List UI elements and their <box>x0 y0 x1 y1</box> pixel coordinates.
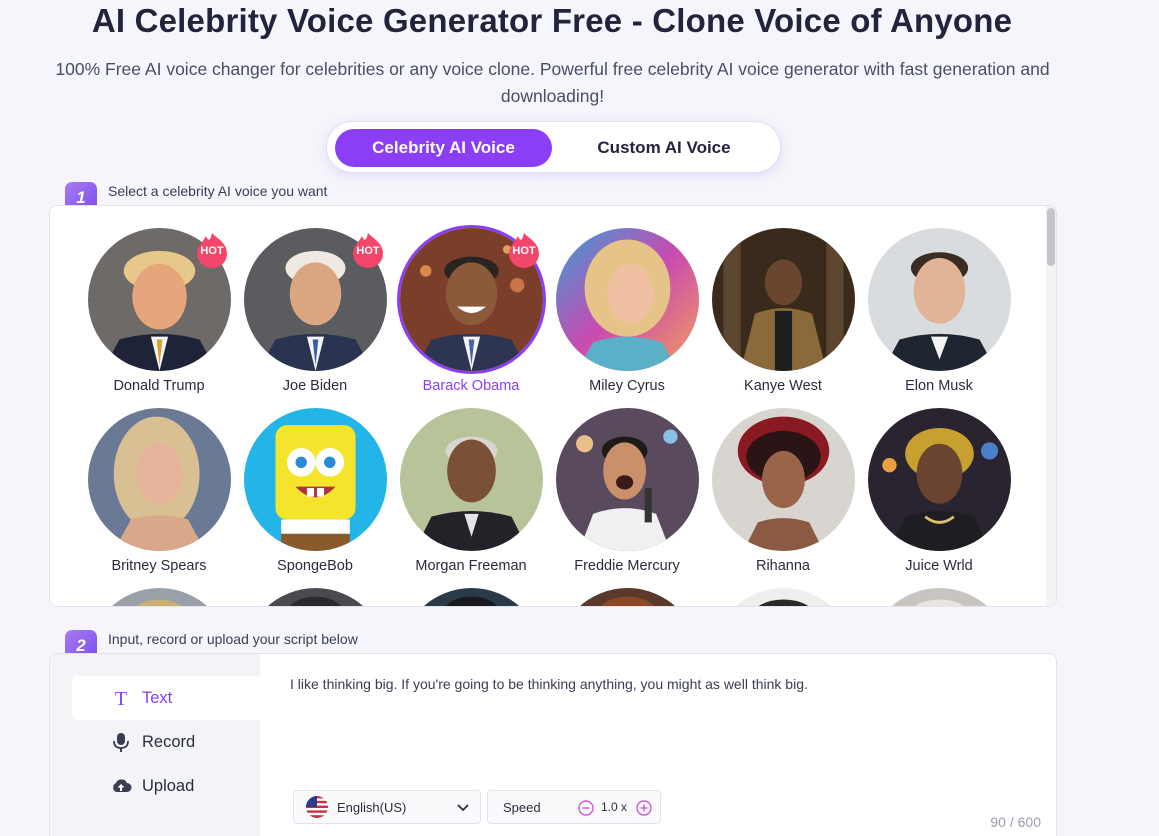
step-2-label: Input, record or upload your script belo… <box>108 631 358 647</box>
voice-item-barack-obama[interactable]: HOT Barack Obama <box>396 228 546 408</box>
tab-custom-ai-voice[interactable]: Custom AI Voice <box>553 129 775 167</box>
voice-item-freddie-mercury[interactable]: Freddie Mercury <box>552 408 702 588</box>
voice-item-joe-biden[interactable]: HOT Joe Biden <box>240 228 390 408</box>
input-mode-label: Upload <box>142 776 195 795</box>
avatar <box>712 228 855 371</box>
voice-name: Kanye West <box>744 378 822 394</box>
avatar-partial[interactable] <box>712 588 855 606</box>
voice-name: Barack Obama <box>422 378 520 394</box>
voice-mode-switch: Celebrity AI Voice Custom AI Voice <box>326 121 781 173</box>
script-textarea[interactable]: I like thinking big. If you're going to … <box>290 676 808 692</box>
voice-name: Juice Wrld <box>905 558 973 574</box>
input-mode-label: Text <box>142 688 173 707</box>
step-1-label: Select a celebrity AI voice you want <box>108 183 328 199</box>
voice-grid-panel: HOT Donald Trump HOT Joe Biden HOT Barac… <box>49 205 1057 607</box>
avatar-partial[interactable] <box>400 588 543 606</box>
voice-name: Britney Spears <box>111 558 207 574</box>
page-subtitle: 100% Free AI voice changer for celebriti… <box>55 59 1050 106</box>
hot-badge: HOT <box>194 232 230 268</box>
voice-name: Morgan Freeman <box>415 558 527 574</box>
input-mode-label: Record <box>142 732 196 751</box>
avatar <box>868 228 1011 371</box>
hot-badge: HOT <box>350 232 386 268</box>
voice-item-morgan-freeman[interactable]: Morgan Freeman <box>396 408 546 588</box>
voice-item-kanye-west[interactable]: Kanye West <box>708 228 858 408</box>
avatar <box>712 408 855 551</box>
script-panel: T Text Record Upload I like thinking big… <box>49 653 1057 836</box>
cloud-upload-icon <box>110 775 132 797</box>
page-title: AI Celebrity Voice Generator Free - Clon… <box>91 2 1013 39</box>
voice-item-miley-cyrus[interactable]: Miley Cyrus <box>552 228 702 408</box>
input-mode-upload[interactable]: Upload <box>72 764 260 808</box>
input-mode-menu: T Text Record Upload <box>50 654 260 836</box>
voice-list-scrollbar[interactable] <box>1046 206 1056 606</box>
voice-name: Rihanna <box>755 558 810 574</box>
voice-name: SpongeBob <box>277 558 353 574</box>
voice-item-rihanna[interactable]: Rihanna <box>708 408 858 588</box>
microphone-icon <box>110 731 132 753</box>
speed-label: Speed <box>503 799 541 815</box>
input-mode-text[interactable]: T Text <box>72 676 260 720</box>
chevron-down-icon <box>457 804 469 812</box>
voice-item-juice-wrld[interactable]: Juice Wrld <box>864 408 1014 588</box>
avatar <box>868 408 1011 551</box>
speed-decrease-icon[interactable] <box>578 800 594 816</box>
character-count: 90 / 600 <box>990 814 1041 830</box>
voice-name: Miley Cyrus <box>589 378 665 394</box>
text-icon: T <box>110 687 132 709</box>
language-select[interactable]: English(US) <box>293 790 481 824</box>
svg-text:T: T <box>115 688 127 709</box>
avatar <box>400 408 543 551</box>
voice-item-spongebob[interactable]: SpongeBob <box>240 408 390 588</box>
voice-name: Donald Trump <box>113 378 205 394</box>
input-mode-record[interactable]: Record <box>72 720 260 764</box>
avatar-partial[interactable] <box>244 588 387 606</box>
voice-item-elon-musk[interactable]: Elon Musk <box>864 228 1014 408</box>
avatar <box>88 408 231 551</box>
tab-celebrity-ai-voice[interactable]: Celebrity AI Voice <box>335 129 552 167</box>
avatar-partial[interactable] <box>556 588 699 606</box>
us-flag-icon <box>306 796 328 818</box>
hot-badge: HOT <box>506 232 542 268</box>
avatar <box>556 228 699 371</box>
voice-name: Elon Musk <box>905 378 973 394</box>
speed-increase-icon[interactable] <box>636 800 652 816</box>
avatar-partial[interactable] <box>868 588 1011 606</box>
avatar <box>556 408 699 551</box>
speed-control: Speed 1.0 x <box>487 790 661 824</box>
scrollbar-thumb[interactable] <box>1047 208 1055 266</box>
avatar <box>244 408 387 551</box>
voice-name: Joe Biden <box>282 378 348 394</box>
avatar-partial[interactable] <box>88 588 231 606</box>
voice-item-donald-trump[interactable]: HOT Donald Trump <box>84 228 234 408</box>
voice-item-britney-spears[interactable]: Britney Spears <box>84 408 234 588</box>
voice-name: Freddie Mercury <box>574 558 680 574</box>
speed-value: 1.0 x <box>601 800 628 814</box>
language-label: English(US) <box>337 799 407 815</box>
